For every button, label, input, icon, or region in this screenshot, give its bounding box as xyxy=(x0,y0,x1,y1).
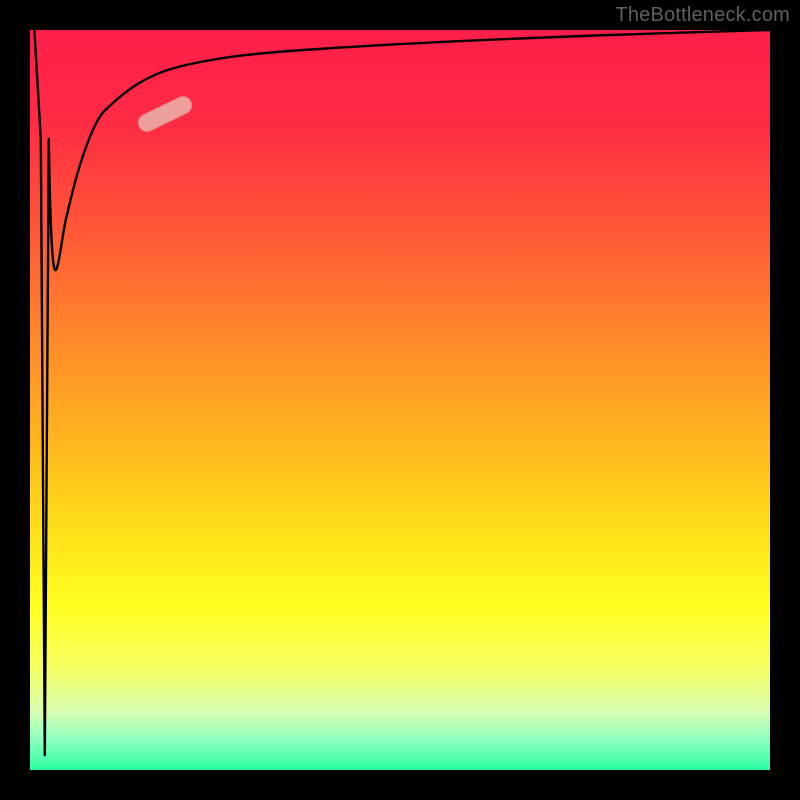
curve-svg xyxy=(30,30,770,770)
bottleneck-curve-path xyxy=(34,30,770,755)
attribution-text: TheBottleneck.com xyxy=(615,4,790,27)
plot-area xyxy=(30,30,770,770)
chart-stage: TheBottleneck.com xyxy=(0,0,800,800)
